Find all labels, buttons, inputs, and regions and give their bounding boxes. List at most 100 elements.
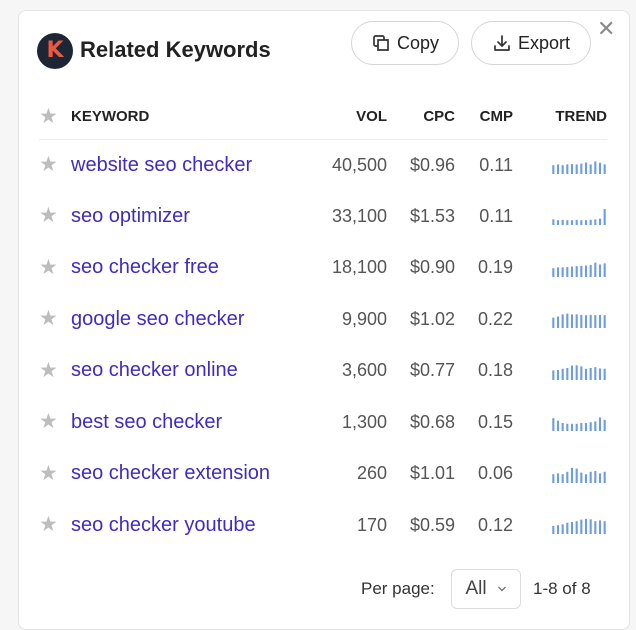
keywords-everywhere-logo: K	[37, 33, 73, 69]
trend-bar	[598, 472, 602, 483]
trend-bar	[552, 369, 555, 380]
trend-bar	[598, 367, 602, 380]
table-row: ★ seo optimizer 33,100 $1.53 0.11	[39, 191, 607, 243]
star-icon[interactable]: ★	[39, 512, 58, 536]
star-icon[interactable]: ★	[39, 203, 58, 227]
competition-value: 0.11	[479, 205, 513, 226]
volume-value: 33,100	[331, 205, 387, 226]
table-row: ★ google seo checker 9,900 $1.02 0.22	[39, 294, 607, 346]
trend-bar	[561, 314, 564, 328]
trend-bar	[580, 472, 583, 483]
trend-bar	[566, 522, 569, 534]
keyword-link[interactable]: seo checker extension	[71, 462, 270, 484]
per-page-value: All	[465, 578, 487, 599]
trend-bar	[594, 521, 597, 534]
close-icon[interactable]: ✕	[597, 19, 615, 41]
trend-bar	[566, 220, 569, 225]
logo-letter: K	[46, 38, 64, 63]
trend-bar	[598, 264, 602, 277]
trend-bar	[580, 265, 583, 277]
trend-bar	[556, 164, 560, 174]
column-header-keyword[interactable]: KEYWORD	[71, 95, 307, 140]
trend-sparkline	[552, 313, 606, 328]
volume-value: 9,900	[341, 308, 387, 329]
trend-bar	[552, 164, 555, 174]
table-header-row: ★ KEYWORD VOL CPC CMP TREND	[39, 95, 607, 140]
trend-bar	[561, 423, 564, 431]
trend-bar	[594, 421, 597, 431]
volume-value: 1,300	[341, 411, 387, 432]
column-header-cmp[interactable]: CMP	[455, 95, 513, 140]
star-icon[interactable]: ★	[39, 461, 58, 485]
trend-bar	[566, 266, 569, 277]
trend-sparkline	[552, 417, 606, 431]
trend-bar	[570, 266, 574, 277]
export-button[interactable]: Export	[471, 21, 591, 65]
trend-bar	[575, 423, 578, 431]
per-page-select[interactable]: All	[451, 569, 521, 609]
trend-bar	[561, 368, 564, 380]
trend-bar	[552, 526, 555, 534]
column-header-trend: TREND	[513, 95, 607, 140]
trend-bar	[570, 220, 574, 225]
download-icon	[494, 35, 510, 51]
cpc-value: $1.02	[409, 308, 455, 329]
table-row: ★ seo checker youtube 170 $0.59 0.12	[39, 500, 607, 552]
trend-bar	[575, 521, 578, 534]
competition-value: 0.22	[477, 308, 513, 329]
trend-bar	[575, 364, 578, 380]
star-icon[interactable]: ★	[39, 152, 58, 176]
column-header-vol[interactable]: VOL	[307, 95, 387, 140]
cpc-value: $0.59	[409, 514, 455, 535]
export-label: Export	[517, 32, 571, 53]
trend-bar	[584, 473, 588, 483]
trend-bar	[584, 518, 588, 534]
keywords-table: ★ KEYWORD VOL CPC CMP TREND ★ website se…	[39, 95, 607, 551]
trend-bar	[580, 365, 583, 380]
keyword-link[interactable]: seo checker online	[71, 359, 238, 381]
trend-bar	[552, 219, 555, 225]
cpc-value: $0.96	[409, 154, 455, 175]
cpc-value: $0.77	[409, 360, 455, 381]
trend-bar	[594, 315, 597, 328]
trend-bar	[556, 420, 560, 431]
column-header-cpc[interactable]: CPC	[387, 95, 455, 140]
competition-value: 0.06	[477, 463, 513, 484]
keyword-link[interactable]: best seo checker	[71, 411, 222, 433]
star-icon[interactable]: ★	[39, 255, 58, 279]
trend-bar	[598, 520, 602, 534]
copy-label: Copy	[396, 32, 440, 53]
volume-value: 3,600	[341, 360, 387, 381]
star-icon[interactable]: ★	[39, 358, 58, 382]
keyword-link[interactable]: seo checker youtube	[71, 514, 256, 536]
keyword-link[interactable]: seo optimizer	[71, 205, 190, 227]
trend-bar	[594, 219, 597, 225]
trend-bar	[584, 423, 588, 431]
panel-title: Related Keywords	[80, 37, 271, 62]
trend-bar	[584, 315, 588, 328]
keyword-link[interactable]: website seo checker	[71, 154, 252, 176]
trend-bar	[552, 317, 555, 328]
table-row: ★ seo checker online 3,600 $0.77 0.18	[39, 345, 607, 397]
trend-bar	[580, 519, 583, 534]
star-icon[interactable]: ★	[39, 409, 58, 433]
trend-bar	[584, 220, 588, 225]
keyword-link[interactable]: google seo checker	[71, 308, 244, 330]
volume-value: 260	[356, 463, 387, 484]
trend-bar	[589, 219, 592, 225]
trend-bar	[598, 417, 602, 431]
star-icon[interactable]: ★	[39, 306, 58, 330]
trend-bar	[589, 264, 592, 277]
trend-bar	[594, 366, 597, 380]
trend-bar	[552, 473, 555, 483]
table-row: ★ website seo checker 40,500 $0.96 0.11	[39, 139, 607, 191]
trend-bar	[556, 525, 560, 534]
cpc-value: $0.90	[409, 257, 455, 278]
trend-bar	[575, 468, 578, 483]
trend-bar	[603, 471, 606, 483]
copy-button[interactable]: Copy	[351, 21, 459, 65]
volume-value: 18,100	[331, 257, 387, 278]
keyword-link[interactable]: seo checker free	[71, 256, 219, 278]
cpc-value: $0.68	[409, 411, 455, 432]
star-all-icon[interactable]: ★	[39, 104, 58, 128]
